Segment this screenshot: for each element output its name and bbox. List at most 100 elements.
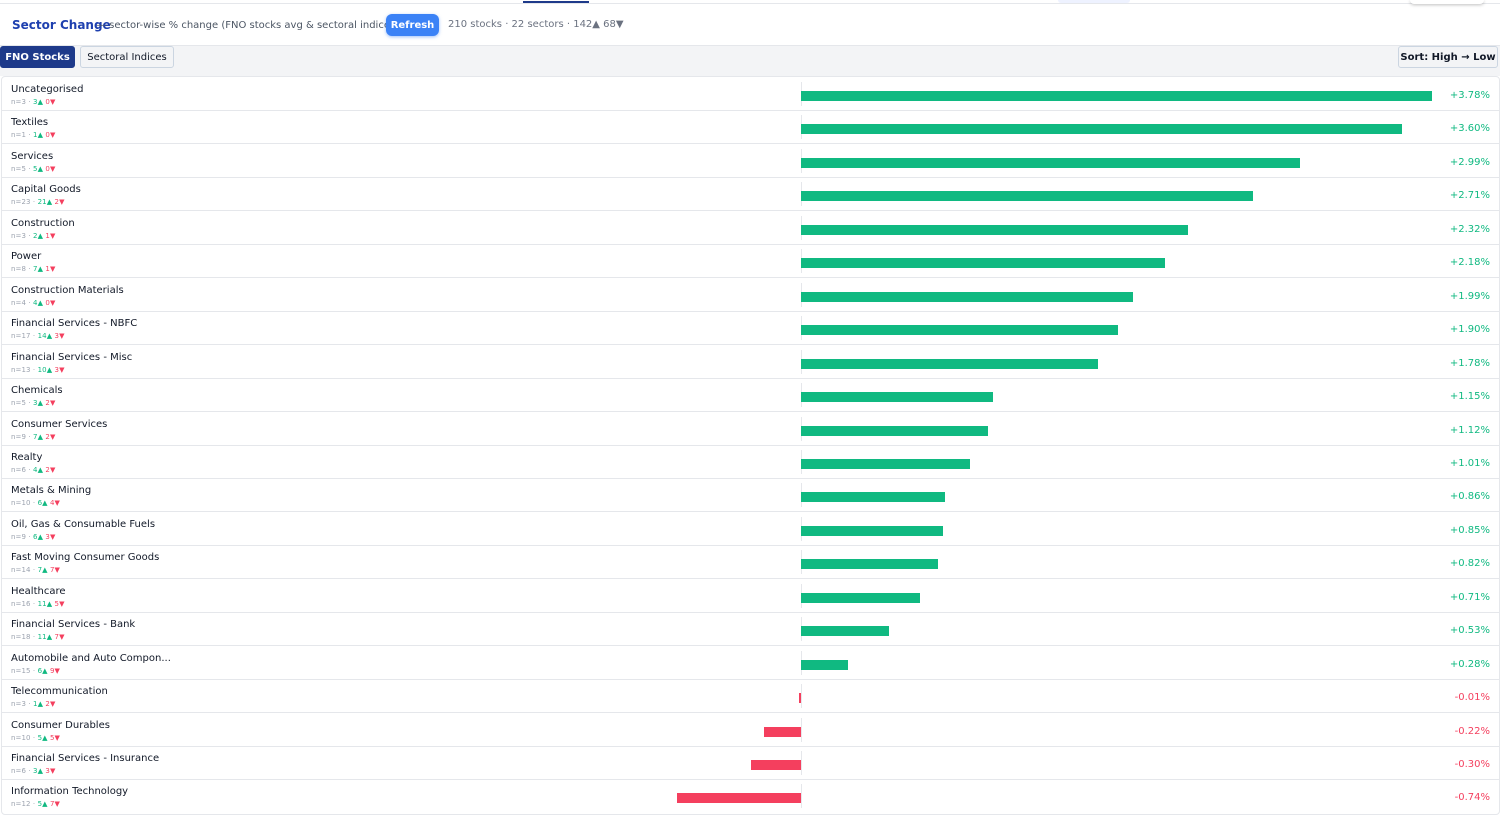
sector-count: n=10 ·: [11, 733, 38, 742]
sector-change-pct: +2.99%: [1449, 156, 1490, 168]
advancers-count: 7▲: [33, 265, 44, 274]
sector-meta: n=4 · 4▲ 0▼: [11, 299, 55, 307]
sector-count: n=17 ·: [11, 332, 38, 341]
decliners-count: 0▼: [45, 98, 56, 106]
sector-name: Financial Services - NBFC: [11, 318, 138, 330]
sector-row[interactable]: Consumer Services n=9 · 7▲ 2▼ +1.12%: [2, 412, 1499, 446]
sector-name: Power: [11, 251, 42, 263]
sector-change-bar: [801, 626, 890, 637]
sector-row[interactable]: Automobile and Auto Compon... n=15 · 6▲ 9…: [2, 646, 1499, 680]
sector-row[interactable]: Realty n=6 · 4▲ 2▼ +1.01%: [2, 445, 1499, 479]
sector-row[interactable]: Financial Services - NBFC n=17 · 14▲ 3▼ +1…: [2, 311, 1499, 346]
sector-meta: n=3 · 3▲ 0▼: [11, 98, 55, 106]
sector-row[interactable]: Metals & Mining n=10 · 6▲ 4▼ +0.86%: [2, 478, 1499, 513]
sector-row[interactable]: Fast Moving Consumer Goods n=14 · 7▲ 7▼ +0…: [2, 545, 1499, 580]
sector-change-bar: [801, 492, 945, 503]
sector-meta: n=15 · 6▲ 9▼: [11, 667, 60, 675]
sector-meta: n=16 · 11▲ 5▼: [11, 600, 65, 608]
decliners-count: 1▼: [45, 231, 56, 240]
decliners-count: 0▼: [45, 164, 56, 173]
sector-count: n=4 ·: [11, 298, 34, 307]
sector-meta: n=17 · 14▲ 3▼: [11, 332, 65, 340]
advancers-count: 5▲: [37, 733, 48, 742]
sector-count: n=23 ·: [11, 198, 38, 207]
page-header: Sector Change — sector-wise % change (FN…: [0, 4, 1500, 46]
refresh-button[interactable]: Refresh: [386, 14, 439, 36]
nav-item-fragment[interactable]: [1058, 0, 1130, 3]
decliners-count: 7▼: [49, 566, 61, 575]
sector-meta: n=9 · 6▲ 3▼: [11, 533, 55, 541]
tab-sectoral-indices[interactable]: Sectoral Indices: [80, 46, 174, 68]
zero-line: [801, 784, 802, 809]
zero-line: [801, 751, 802, 775]
sector-change-pct: +0.71%: [1449, 591, 1490, 603]
sector-row[interactable]: Uncategorised n=3 · 3▲ 0▼ +3.78%: [2, 77, 1499, 111]
sector-count: n=15 ·: [11, 666, 38, 675]
sector-change-bar: [801, 559, 938, 570]
sector-change-bar: [764, 726, 801, 737]
sector-change-bar: [801, 358, 1099, 369]
sector-row[interactable]: Power n=8 · 7▲ 1▼ +2.18%: [2, 244, 1499, 279]
sector-row[interactable]: Chemicals n=5 · 3▲ 2▼ +1.15%: [2, 378, 1499, 413]
sector-count: n=16 ·: [11, 599, 38, 608]
zero-line: [801, 684, 802, 709]
sector-row[interactable]: Financial Services - Bank n=18 · 11▲ 7▼ +0…: [2, 612, 1499, 647]
sector-row[interactable]: Construction Materials n=4 · 4▲ 0▼ +1.99%: [2, 278, 1499, 312]
decliners-count: 3▼: [54, 365, 65, 374]
sector-meta: n=9 · 7▲ 2▼: [11, 433, 55, 441]
sector-change-pct: +1.12%: [1449, 424, 1490, 436]
decliners-count: 3▼: [45, 767, 56, 775]
advancers-count: 6▲: [33, 532, 44, 541]
sort-button[interactable]: Sort: High → Low: [1398, 46, 1498, 68]
sector-count: n=18 ·: [11, 633, 38, 642]
sector-change-pct: +2.32%: [1449, 223, 1490, 235]
sector-name: Financial Services - Insurance: [11, 753, 160, 764]
sector-name: Uncategorised: [11, 84, 84, 95]
sector-count: n=6 ·: [11, 465, 34, 474]
sector-row[interactable]: Capital Goods n=23 · 21▲ 2▼ +2.71%: [2, 177, 1499, 212]
sector-row[interactable]: Services n=5 · 5▲ 0▼ +2.99%: [2, 144, 1499, 178]
sector-row[interactable]: Textiles n=1 · 1▲ 0▼ +3.60%: [2, 110, 1499, 145]
sector-name: Capital Goods: [11, 184, 81, 196]
tab-fno-stocks[interactable]: FNO Stocks: [0, 46, 75, 68]
sector-change-bar: [801, 124, 1402, 135]
sector-name: Consumer Services: [11, 418, 108, 430]
sector-change-pct: +1.15%: [1449, 391, 1490, 403]
advancers-count: 3▲: [33, 399, 44, 408]
sector-count: n=3 ·: [11, 700, 34, 709]
sector-row[interactable]: Information Technology n=12 · 5▲ 7▼ -0.74%: [2, 779, 1499, 812]
sector-name: Consumer Durables: [11, 719, 110, 731]
sector-count: n=1 ·: [11, 131, 34, 140]
sector-count: n=13 ·: [11, 365, 38, 374]
sector-count: n=6 ·: [11, 767, 34, 775]
sector-row[interactable]: Financial Services - Insurance n=6 · 3▲ 3…: [2, 746, 1499, 780]
advancers-count: 6▲: [37, 666, 48, 675]
decliners-count: 2▼: [45, 432, 56, 441]
sector-change-bar: [801, 525, 943, 536]
sector-change-bar: [677, 793, 801, 804]
sector-change-pct: +1.90%: [1449, 324, 1490, 336]
sector-row[interactable]: Financial Services - Misc n=13 · 10▲ 3▼ +1…: [2, 345, 1499, 379]
sector-change-bar: [799, 693, 801, 704]
sector-change-pct: +1.78%: [1449, 357, 1490, 369]
zero-line: [801, 717, 802, 742]
sector-row[interactable]: Healthcare n=16 · 11▲ 5▼ +0.71%: [2, 579, 1499, 613]
sector-meta: n=12 · 5▲ 7▼: [11, 800, 60, 808]
advancers-count: 21▲: [37, 198, 53, 207]
sector-count: n=10 ·: [11, 499, 38, 508]
sector-row[interactable]: Telecommunication n=3 · 1▲ 2▼ -0.01%: [2, 679, 1499, 714]
sector-meta: n=18 · 11▲ 7▼: [11, 633, 65, 641]
advancers-count: 10▲: [37, 365, 53, 374]
advancers-count: 11▲: [37, 599, 53, 608]
sector-row[interactable]: Construction n=3 · 2▲ 1▼ +2.32%: [2, 211, 1499, 245]
sector-name: Oil, Gas & Consumable Fuels: [11, 518, 156, 530]
sector-meta: n=10 · 6▲ 4▼: [11, 499, 60, 507]
advancers-count: 4▲: [33, 298, 44, 307]
sector-name: Realty: [11, 451, 43, 463]
sector-name: Fast Moving Consumer Goods: [11, 552, 160, 564]
sector-change-pct: +1.99%: [1449, 290, 1490, 302]
sector-row[interactable]: Consumer Durables n=10 · 5▲ 5▼ -0.22%: [2, 713, 1499, 747]
sector-change-bar: [801, 592, 920, 603]
sector-row[interactable]: Oil, Gas & Consumable Fuels n=9 · 6▲ 3▼ +0…: [2, 512, 1499, 546]
sector-name: Financial Services - Bank: [11, 619, 136, 631]
